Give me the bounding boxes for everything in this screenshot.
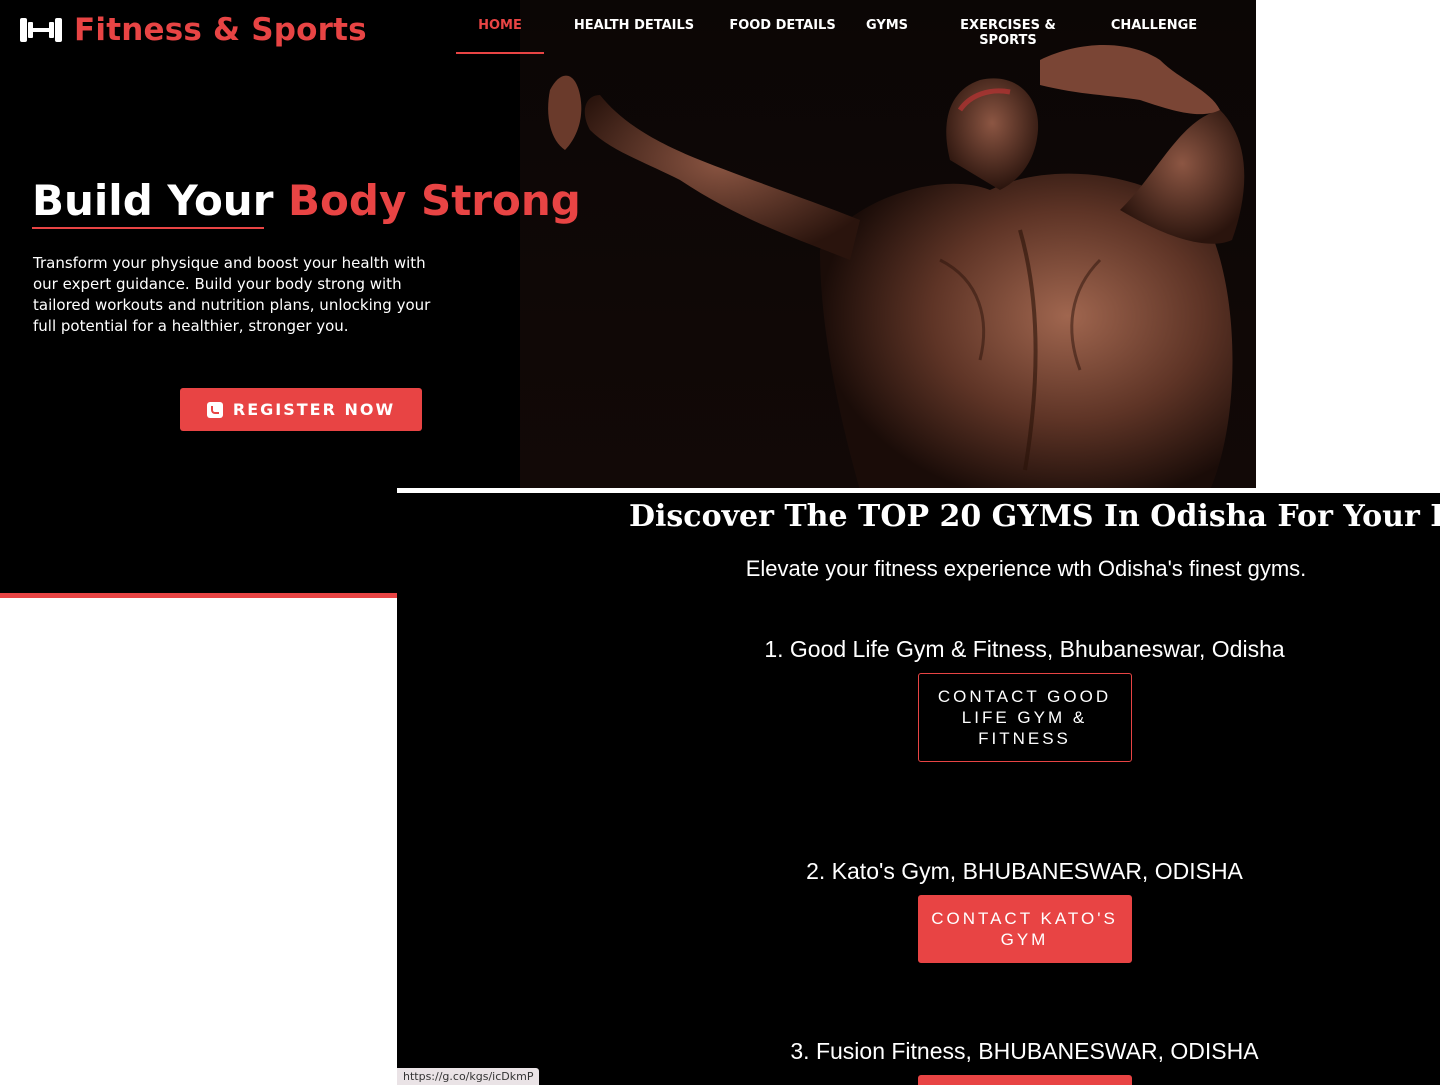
hero-title-main: Build Your — [32, 176, 274, 225]
gym-item: 1. Good Life Gym & Fitness, Bhubaneswar,… — [397, 636, 1440, 762]
nav-health-details[interactable]: HEALTH DETAILS — [567, 16, 701, 52]
contact-katos-gym-button[interactable]: CONTACT KATO'S GYM — [917, 895, 1132, 963]
contact-fusion-fitness-button[interactable] — [917, 1075, 1132, 1085]
register-now-button[interactable]: REGISTER NOW — [180, 388, 422, 431]
gyms-subtitle: Elevate your fitness experience wth Odis… — [745, 556, 1307, 581]
main-nav: HOME HEALTH DETAILS FOOD DETAILS GYMS EX… — [456, 16, 1198, 54]
brand-name: Fitness & Sports — [74, 12, 367, 48]
gym-name: 2. Kato's Gym, BHUBANESWAR, ODISHA — [806, 858, 1243, 884]
brand-logo[interactable]: Fitness & Sports — [18, 12, 367, 48]
nav-home[interactable]: HOME — [456, 16, 544, 54]
hero-title-underline — [32, 227, 264, 229]
gym-item: 3. Fusion Fitness, BHUBANESWAR, ODISHA — [397, 1038, 1440, 1085]
hero-title: Build Your Body Strong — [32, 176, 581, 225]
hero-title-accent: Body Strong — [288, 176, 581, 225]
hero-athlete-image — [520, 0, 1256, 490]
contact-good-life-button[interactable]: CONTACT GOOD LIFE GYM & FITNESS — [917, 673, 1132, 762]
nav-gyms[interactable]: GYMS — [862, 16, 912, 52]
gym-name: 1. Good Life Gym & Fitness, Bhubaneswar,… — [764, 636, 1285, 662]
link-status-url: https://g.co/kgs/icDkmP — [397, 1068, 540, 1085]
nav-exercises-sports[interactable]: EXERCISES & SPORTS — [932, 16, 1084, 52]
athlete-silhouette — [548, 45, 1245, 490]
phone-icon — [206, 401, 223, 418]
register-now-label: REGISTER NOW — [232, 400, 396, 419]
nav-food-details[interactable]: FOOD DETAILS — [725, 16, 840, 52]
gym-name: 3. Fusion Fitness, BHUBANESWAR, ODISHA — [790, 1038, 1259, 1064]
gym-item: 2. Kato's Gym, BHUBANESWAR, ODISHA CONTA… — [397, 858, 1440, 963]
gyms-page-window: Discover The TOP 20 GYMS In Odisha For Y… — [397, 488, 1440, 1085]
nav-challenge[interactable]: CHALLENGE — [1110, 16, 1198, 52]
hero-description: Transform your physique and boost your h… — [33, 254, 431, 335]
gyms-title: Discover The TOP 20 GYMS In Odisha For Y… — [629, 499, 1440, 534]
dumbbell-icon — [20, 18, 62, 42]
